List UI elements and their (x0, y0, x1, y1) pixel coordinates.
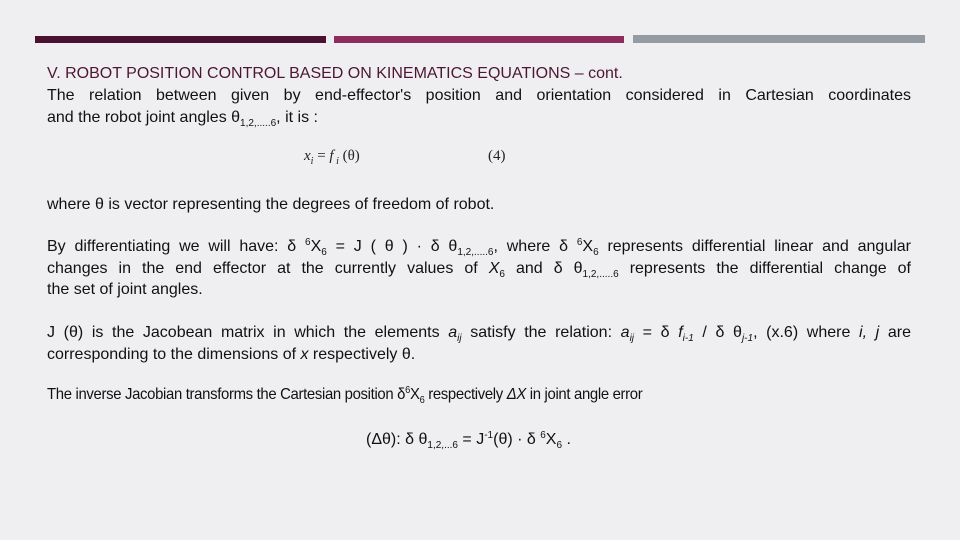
paragraph-inverse-jacobian: The inverse Jacobian transforms the Cart… (47, 386, 643, 406)
text-fragment: represents differential linear and angul… (598, 238, 912, 255)
text-fragment: a (448, 324, 458, 341)
text-fragment: respectively (424, 386, 507, 403)
text-fragment: a (620, 324, 630, 341)
text-fragment: 1,2,.....6 (240, 117, 277, 129)
text-fragment: i, j (859, 324, 880, 341)
text-fragment: changes in the end effector at the curre… (47, 259, 489, 277)
paragraph-line: changes in the end effector at the curre… (47, 258, 911, 280)
text-fragment: (Δθ): δ θ (366, 431, 428, 448)
text-fragment: , it is : (276, 108, 318, 126)
accent-bar-magenta (334, 36, 624, 43)
text-fragment: and the robot joint angles θ (47, 108, 241, 126)
equation-joint-angle-error: (Δθ): δ θ1,2,...6 = J-1(θ) · δ 6X6 . (366, 430, 571, 451)
text-fragment: represents the differential change of (618, 259, 911, 277)
accent-bar-gray (633, 35, 925, 43)
paragraph-theta-definition: where θ is vector representing the degre… (47, 196, 495, 213)
text-fragment: (θ) (338, 148, 360, 164)
text-fragment: / δ θ (693, 324, 742, 341)
text-fragment: 1,2,.....6 (457, 247, 494, 258)
text-fragment: respectively θ. (308, 345, 416, 363)
text-fragment: 1,2,.....6 (582, 268, 619, 280)
text-fragment: X (409, 386, 420, 403)
slide-title: V. ROBOT POSITION CONTROL BASED ON KINEM… (47, 65, 623, 82)
text-fragment: 1,2,...6 (427, 440, 458, 451)
paragraph-jacobean: J (θ) is the Jacobean matrix in which th… (47, 322, 911, 365)
text-fragment: The inverse Jacobian transforms the Cart… (47, 386, 406, 403)
text-fragment: = J ( θ ) · δ θ (326, 238, 458, 255)
text-fragment: j-1 (741, 333, 754, 344)
text-fragment: , where δ (493, 238, 577, 255)
text-fragment: i-1 (682, 333, 694, 344)
equation-number: (4) (488, 148, 506, 164)
text-fragment: By differentiating we will have: δ (47, 238, 306, 255)
equation-4: xi = f i (θ) (4) (304, 148, 506, 167)
text-fragment: -1 (484, 430, 494, 441)
text-fragment: X (310, 238, 322, 255)
paragraph-line: By differentiating we will have: δ 6X6 =… (47, 236, 911, 258)
accent-bar-dark-maroon (35, 36, 326, 43)
paragraph-line: the set of joint angles. (47, 281, 203, 298)
text-fragment: satisfy the relation: (461, 324, 621, 341)
text-fragment: . (562, 431, 571, 448)
text-fragment: = J (457, 431, 485, 448)
text-fragment: = δ (634, 324, 679, 341)
paragraph-differentiation: By differentiating we will have: δ 6X6 =… (47, 236, 911, 301)
text-fragment: X (545, 431, 557, 448)
text-fragment: ΔX (506, 386, 527, 403)
text-fragment: J (θ) is the Jacobean matrix in which th… (47, 324, 449, 341)
text-fragment: x (304, 148, 311, 164)
text-fragment: corresponding to the dimensions of (47, 345, 301, 363)
paragraph-line: and the robot joint angles θ1,2,.....6, … (47, 108, 318, 129)
text-fragment: = (313, 148, 330, 164)
text-fragment: are (879, 324, 911, 341)
text-fragment: in joint angle error (525, 386, 643, 403)
paragraph-line: J (θ) is the Jacobean matrix in which th… (47, 322, 911, 344)
text-fragment: , (x.6) where (753, 324, 860, 341)
text-fragment: (θ) · δ (493, 431, 541, 448)
paragraph-relation: The relation between given by end-effect… (47, 85, 911, 128)
paragraph-line: The relation between given by end-effect… (47, 87, 911, 104)
text-fragment: X (488, 259, 500, 277)
text-fragment: X (582, 238, 594, 255)
equation-expression: xi = f i (θ) (304, 148, 360, 167)
paragraph-line: corresponding to the dimensions of x res… (47, 346, 415, 363)
text-fragment: and δ θ (504, 259, 583, 277)
